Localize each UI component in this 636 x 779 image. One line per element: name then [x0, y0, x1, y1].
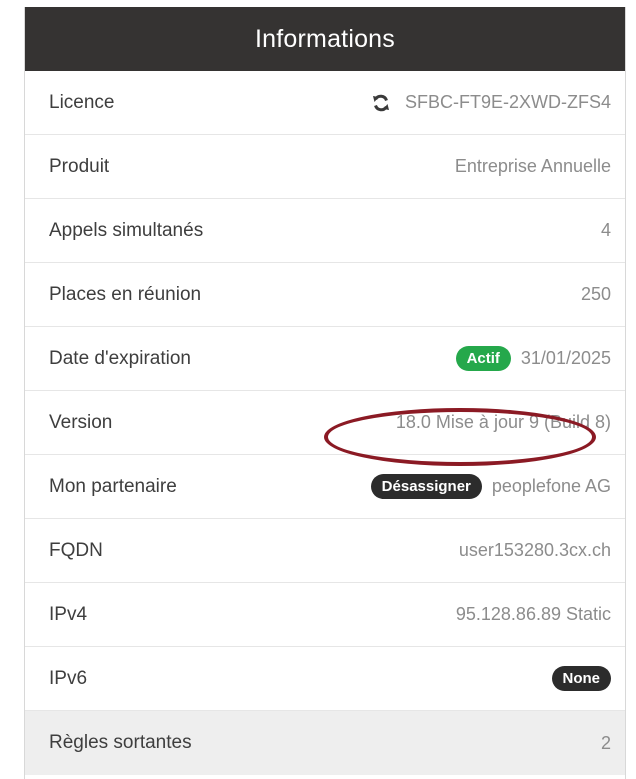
row-places-reunion: Places en réunion 250: [25, 263, 625, 327]
row-value: Entreprise Annuelle: [454, 156, 611, 176]
row-value: 250: [580, 284, 611, 304]
panel-header: Informations: [25, 7, 625, 71]
row-label: Version: [49, 411, 113, 433]
row-label: Places en réunion: [49, 283, 202, 305]
partner-name: peoplefone AG: [491, 476, 611, 496]
row-label: IPv6: [49, 667, 88, 689]
panel-title: Informations: [255, 24, 395, 53]
row-value-group: Actif 31/01/2025: [455, 346, 611, 371]
row-licence: Licence SFBC-FT9E-2XWD-ZFS4: [25, 71, 625, 135]
row-fqdn: FQDN user153280.3cx.ch: [25, 519, 625, 583]
row-label: IPv4: [49, 603, 88, 625]
row-label: Licence: [49, 91, 115, 113]
version-value: 18.0 Mise à jour 9 (Build 8): [395, 412, 611, 432]
unassign-button[interactable]: Désassigner: [370, 474, 482, 499]
row-label: Règles sortantes: [49, 732, 192, 753]
row-date-expiration: Date d'expiration Actif 31/01/2025: [25, 327, 625, 391]
row-label: Date d'expiration: [49, 347, 191, 369]
row-regles-sortantes[interactable]: Règles sortantes 2: [25, 711, 625, 775]
row-label: Appels simultanés: [49, 219, 204, 241]
expiration-date: 31/01/2025: [520, 348, 611, 368]
row-produit: Produit Entreprise Annuelle: [25, 135, 625, 199]
row-label: Produit: [49, 155, 110, 177]
row-value: 2: [600, 732, 611, 753]
row-ipv6: IPv6 None: [25, 647, 625, 711]
info-list: Licence SFBC-FT9E-2XWD-ZFS4 Produit Entr…: [25, 71, 625, 775]
row-label: Mon partenaire: [49, 475, 177, 497]
row-value: 4: [600, 220, 611, 240]
row-partenaire: Mon partenaire Désassigner peoplefone AG: [25, 455, 625, 519]
row-version: Version 18.0 Mise à jour 9 (Build 8): [25, 391, 625, 455]
informations-panel: Informations Licence SFBC-FT9E-2XWD-ZFS4…: [24, 7, 626, 779]
row-value-group: SFBC-FT9E-2XWD-ZFS4: [371, 92, 611, 113]
row-ipv4: IPv4 95.128.86.89 Static: [25, 583, 625, 647]
row-label: FQDN: [49, 539, 103, 561]
ipv6-none-badge: None: [551, 666, 611, 691]
licence-key: SFBC-FT9E-2XWD-ZFS4: [404, 92, 611, 112]
row-value: user153280.3cx.ch: [458, 540, 611, 560]
row-appels-simultanes: Appels simultanés 4: [25, 199, 625, 263]
row-value: 95.128.86.89 Static: [455, 604, 611, 624]
refresh-icon[interactable]: [371, 93, 391, 113]
row-value-group: None: [551, 666, 611, 691]
row-value-group: Désassigner peoplefone AG: [370, 474, 611, 499]
status-badge-active: Actif: [455, 346, 511, 371]
